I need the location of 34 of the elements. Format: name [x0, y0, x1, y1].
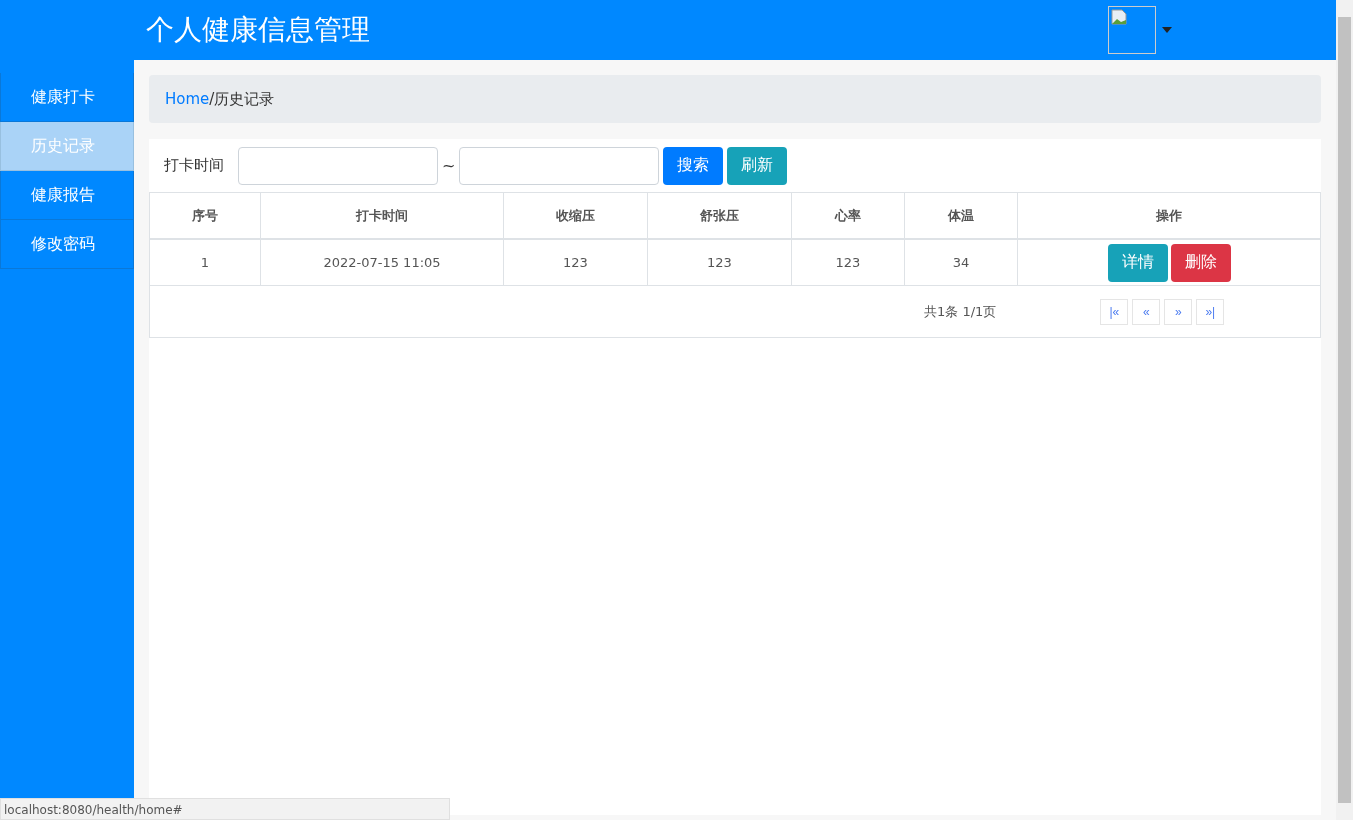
delete-button[interactable]: 删除 [1170, 243, 1231, 282]
previous-page-button[interactable]: « [1132, 298, 1161, 325]
table-cell: 2022-07-15 11:05 [260, 239, 504, 286]
next-page-button[interactable]: » [1164, 298, 1193, 325]
last-page-button[interactable]: »| [1196, 298, 1225, 325]
start-date-field[interactable] [238, 146, 438, 185]
table-cell: 123 [791, 239, 905, 286]
column-header: 舒张压 [647, 192, 792, 239]
refresh-button[interactable]: 刷新 [727, 146, 788, 185]
breadcrumb-separator: / [209, 90, 215, 108]
end-date-field[interactable] [459, 146, 660, 185]
scrollbar-thumb[interactable] [1338, 17, 1351, 803]
column-header: 打卡时间 [260, 192, 504, 239]
filter-label: 打卡时间 [164, 156, 224, 175]
range-separator: ~ [442, 156, 456, 175]
app-title: 个人健康信息管理 [146, 12, 371, 48]
table-cell: 1 [149, 239, 261, 286]
column-header: 体温 [904, 192, 1018, 239]
details-button[interactable]: 详情 [1107, 243, 1168, 282]
column-header: 序号 [149, 192, 261, 239]
table-cell: 123 [503, 239, 648, 286]
page-summary: 共1条 1/1页 [924, 302, 997, 321]
column-header: 心率 [791, 192, 905, 239]
first-page-button[interactable]: |« [1100, 298, 1129, 325]
breadcrumb-current: 历史记录 [214, 89, 275, 109]
column-header: 操作 [1017, 192, 1321, 239]
caret-icon[interactable] [1162, 27, 1172, 33]
search-button[interactable]: 搜索 [663, 146, 724, 185]
table-cell: 123 [647, 239, 792, 286]
status-url: localhost:8080/health/home# [3, 803, 183, 817]
table-cell: 34 [904, 239, 1018, 286]
home-link[interactable]: Home [165, 90, 210, 108]
avatar-image[interactable] [1108, 6, 1156, 54]
column-header: 收缩压 [503, 192, 648, 239]
